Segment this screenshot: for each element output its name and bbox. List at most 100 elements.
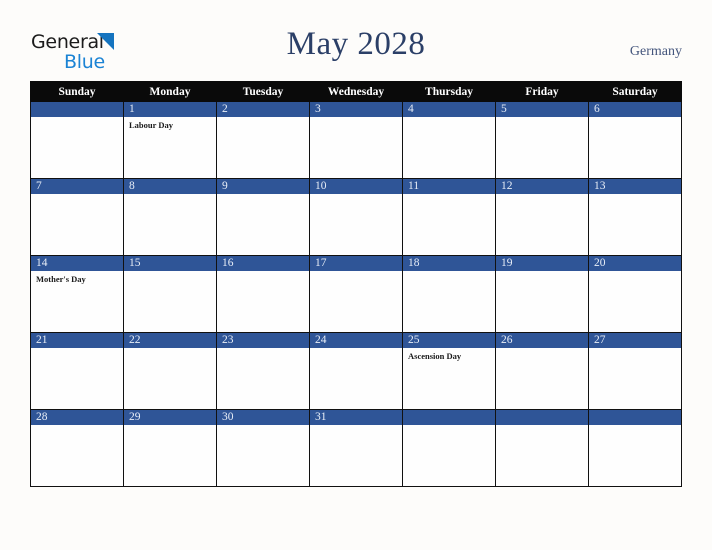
calendar-day-cell[interactable]: 31 [309,409,403,487]
day-events [31,117,123,120]
calendar-day-cell[interactable]: 8 [123,178,217,256]
calendar-day-cell[interactable]: 28 [30,409,124,487]
calendar-day-cell[interactable]: 24 [309,332,403,410]
day-events [589,271,681,274]
calendar-day-cell[interactable]: 27 [588,332,682,410]
day-number: 11 [403,179,495,194]
weekday-header-tuesday: Tuesday [216,81,310,102]
day-events [310,194,402,197]
calendar-day-cell[interactable]: 5 [495,101,589,179]
holiday-event: Ascension Day [408,351,462,361]
day-number: 13 [589,179,681,194]
day-events [589,348,681,351]
day-number: 15 [124,256,216,271]
calendar-day-cell[interactable]: 25 Ascension Day [402,332,496,410]
weekday-header-friday: Friday [495,81,589,102]
calendar-day-cell[interactable]: 29 [123,409,217,487]
day-number [403,410,495,425]
day-number: 25 [403,333,495,348]
calendar-day-cell[interactable]: 20 [588,255,682,333]
day-events [124,348,216,351]
calendar-day-cell[interactable]: 15 [123,255,217,333]
page-header: General Blue May 2028 Germany [0,0,712,80]
day-number: 19 [496,256,588,271]
calendar-day-cell[interactable]: 2 [216,101,310,179]
day-events [403,271,495,274]
day-number: 9 [217,179,309,194]
day-events [217,271,309,274]
calendar-day-cell[interactable]: 26 [495,332,589,410]
day-events [31,425,123,428]
calendar-day-cell[interactable]: 14 Mother's Day [30,255,124,333]
calendar-day-cell[interactable]: 4 [402,101,496,179]
calendar-week-row: 28 29 30 31 [30,409,682,487]
calendar-day-cell[interactable]: 9 [216,178,310,256]
holiday-event: Mother's Day [36,274,86,284]
calendar-empty-cell [495,409,589,487]
day-events [589,117,681,120]
day-number [589,410,681,425]
holiday-event: Labour Day [129,120,174,130]
calendar-day-cell[interactable]: 30 [216,409,310,487]
calendar-day-cell[interactable]: 1 Labour Day [123,101,217,179]
day-events [403,117,495,120]
calendar-week-row: 7 8 9 10 11 12 13 [30,178,682,256]
day-events [310,271,402,274]
calendar-day-cell[interactable]: 16 [216,255,310,333]
day-events [217,194,309,197]
day-number: 4 [403,102,495,117]
calendar-day-cell[interactable]: 13 [588,178,682,256]
day-events [217,117,309,120]
day-number: 21 [31,333,123,348]
weekday-header-row: Sunday Monday Tuesday Wednesday Thursday… [30,81,682,102]
day-number: 12 [496,179,588,194]
day-events [217,348,309,351]
calendar-day-cell[interactable]: 6 [588,101,682,179]
calendar-empty-cell [402,409,496,487]
day-events [496,425,588,428]
day-events [310,348,402,351]
day-number: 6 [589,102,681,117]
weekday-header-wednesday: Wednesday [309,81,403,102]
calendar-day-cell[interactable]: 19 [495,255,589,333]
day-number: 1 [124,102,216,117]
calendar-day-cell[interactable]: 22 [123,332,217,410]
calendar-day-cell[interactable]: 7 [30,178,124,256]
day-number: 27 [589,333,681,348]
calendar-day-cell[interactable]: 23 [216,332,310,410]
day-number: 20 [589,256,681,271]
day-events [310,117,402,120]
calendar-day-cell[interactable]: 21 [30,332,124,410]
day-number [31,102,123,117]
day-events [403,194,495,197]
calendar-day-cell[interactable]: 3 [309,101,403,179]
day-number: 2 [217,102,309,117]
calendar-empty-cell [30,101,124,179]
weekday-header-saturday: Saturday [588,81,682,102]
day-number: 22 [124,333,216,348]
day-number: 16 [217,256,309,271]
calendar-day-cell[interactable]: 10 [309,178,403,256]
weekday-header-sunday: Sunday [30,81,124,102]
day-events [589,425,681,428]
calendar-day-cell[interactable]: 11 [402,178,496,256]
day-number: 14 [31,256,123,271]
calendar-day-cell[interactable]: 18 [402,255,496,333]
day-events [403,425,495,428]
day-number: 23 [217,333,309,348]
calendar-grid: Sunday Monday Tuesday Wednesday Thursday… [30,81,682,487]
day-events: Labour Day [124,117,216,131]
day-events [217,425,309,428]
day-number: 10 [310,179,402,194]
calendar-body: 1 Labour Day 2 3 4 5 6 7 8 9 10 11 12 13 14 Mother's Da… [30,101,682,487]
day-events [124,425,216,428]
day-number: 3 [310,102,402,117]
day-number: 18 [403,256,495,271]
calendar-week-row: 1 Labour Day 2 3 4 5 6 [30,101,682,179]
calendar-day-cell[interactable]: 17 [309,255,403,333]
day-events [496,194,588,197]
day-events: Mother's Day [31,271,123,285]
day-number: 5 [496,102,588,117]
calendar-day-cell[interactable]: 12 [495,178,589,256]
calendar-week-row: 14 Mother's Day 15 16 17 18 19 20 [30,255,682,333]
